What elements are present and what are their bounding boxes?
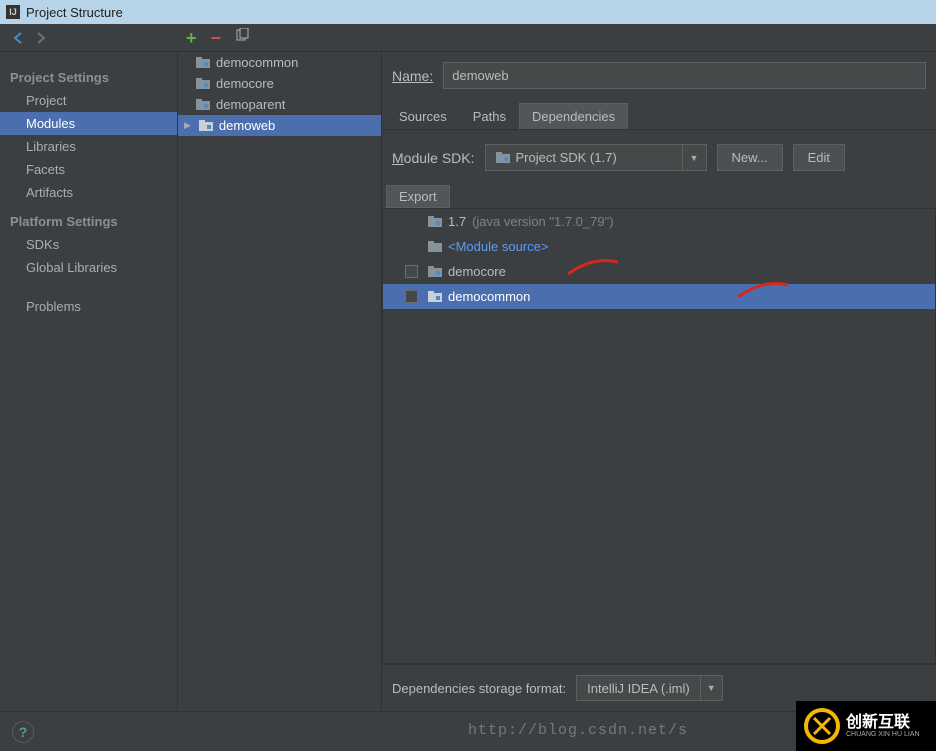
window-title: Project Structure [26,5,123,20]
module-icon [199,120,213,132]
help-icon[interactable]: ? [12,721,34,743]
app-icon: IJ [6,5,20,19]
titlebar: IJ Project Structure [0,0,936,24]
add-icon[interactable]: + [186,28,197,49]
project-settings-header: Project Settings [0,66,177,89]
tab-sources[interactable]: Sources [386,103,460,129]
export-checkbox[interactable] [405,265,418,278]
sidebar-item-global-libraries[interactable]: Global Libraries [0,256,177,279]
watermark-url: http://blog.csdn.net/s [468,722,688,739]
module-toolbar: + − [186,28,249,49]
toolbar: + − [0,24,936,52]
tab-dependencies[interactable]: Dependencies [519,103,628,129]
module-icon [196,99,210,111]
module-icon [196,78,210,90]
new-button[interactable]: New... [717,144,783,171]
copy-icon[interactable] [235,28,249,49]
tab-paths[interactable]: Paths [460,103,519,129]
sidebar-item-artifacts[interactable]: Artifacts [0,181,177,204]
dep-label: democommon [448,289,530,304]
forward-icon [32,29,50,47]
module-label: democommon [216,55,298,70]
name-input[interactable] [443,62,926,89]
module-label: demoweb [219,118,275,133]
storage-select[interactable]: IntelliJ IDEA (.iml) ▼ [576,675,723,701]
watermark-logo: 创新互联 CHUANG XIN HU LIAN [796,701,936,751]
sdk-value: Project SDK (1.7) [516,150,617,165]
folder-icon [428,216,442,228]
logo-brand-sub: CHUANG XIN HU LIAN [846,731,920,738]
module-icon [428,266,442,278]
dep-label: democore [448,264,506,279]
jdk-name: 1.7 [448,214,466,229]
module-source-label: <Module source> [448,239,548,254]
sidebar-item-project[interactable]: Project [0,89,177,112]
module-icon [196,57,210,69]
logo-icon [804,708,840,744]
sdk-select[interactable]: Project SDK (1.7) ▼ [485,144,707,171]
dep-row-democommon[interactable]: democommon [383,284,935,309]
remove-icon[interactable]: − [211,28,222,49]
dependencies-list: 1.7 (java version "1.7.0_79") <Module so… [382,208,936,664]
dep-row-module-source[interactable]: <Module source> [383,234,935,259]
name-label: Name: [392,68,433,84]
left-panel: Project Settings Project Modules Librari… [0,52,178,711]
jdk-version: (java version "1.7.0_79") [472,214,613,229]
edit-button[interactable]: Edit [793,144,845,171]
storage-value: IntelliJ IDEA (.iml) [577,681,700,696]
dep-row-jdk[interactable]: 1.7 (java version "1.7.0_79") [383,209,935,234]
platform-settings-header: Platform Settings [0,210,177,233]
storage-label: Dependencies storage format: [392,681,566,696]
expand-icon[interactable]: ▶ [184,120,191,131]
module-item-democommon[interactable]: democommon [178,52,381,73]
export-header: Export [386,185,450,208]
module-label: demoparent [216,97,285,112]
export-checkbox[interactable] [405,290,418,303]
sidebar-item-libraries[interactable]: Libraries [0,135,177,158]
module-label: democore [216,76,274,91]
module-item-democore[interactable]: democore [178,73,381,94]
detail-panel: Name: Sources Paths Dependencies Module … [382,52,936,711]
module-item-demoweb[interactable]: ▶ demoweb [178,115,381,136]
chevron-down-icon[interactable]: ▼ [682,145,706,170]
chevron-down-icon[interactable]: ▼ [700,676,722,700]
sidebar-item-problems[interactable]: Problems [0,295,177,318]
logo-brand: 创新互联 [846,715,920,731]
sdk-label: Module SDK: [392,150,475,166]
folder-icon [496,152,510,164]
module-item-demoparent[interactable]: demoparent [178,94,381,115]
module-icon [428,291,442,303]
sidebar-item-modules[interactable]: Modules [0,112,177,135]
tabs: Sources Paths Dependencies [382,103,936,130]
sidebar-item-sdks[interactable]: SDKs [0,233,177,256]
folder-icon [428,241,442,253]
modules-panel: democommon democore demoparent ▶ demoweb [178,52,382,711]
back-icon[interactable] [10,29,28,47]
dep-row-democore[interactable]: democore [383,259,935,284]
sidebar-item-facets[interactable]: Facets [0,158,177,181]
